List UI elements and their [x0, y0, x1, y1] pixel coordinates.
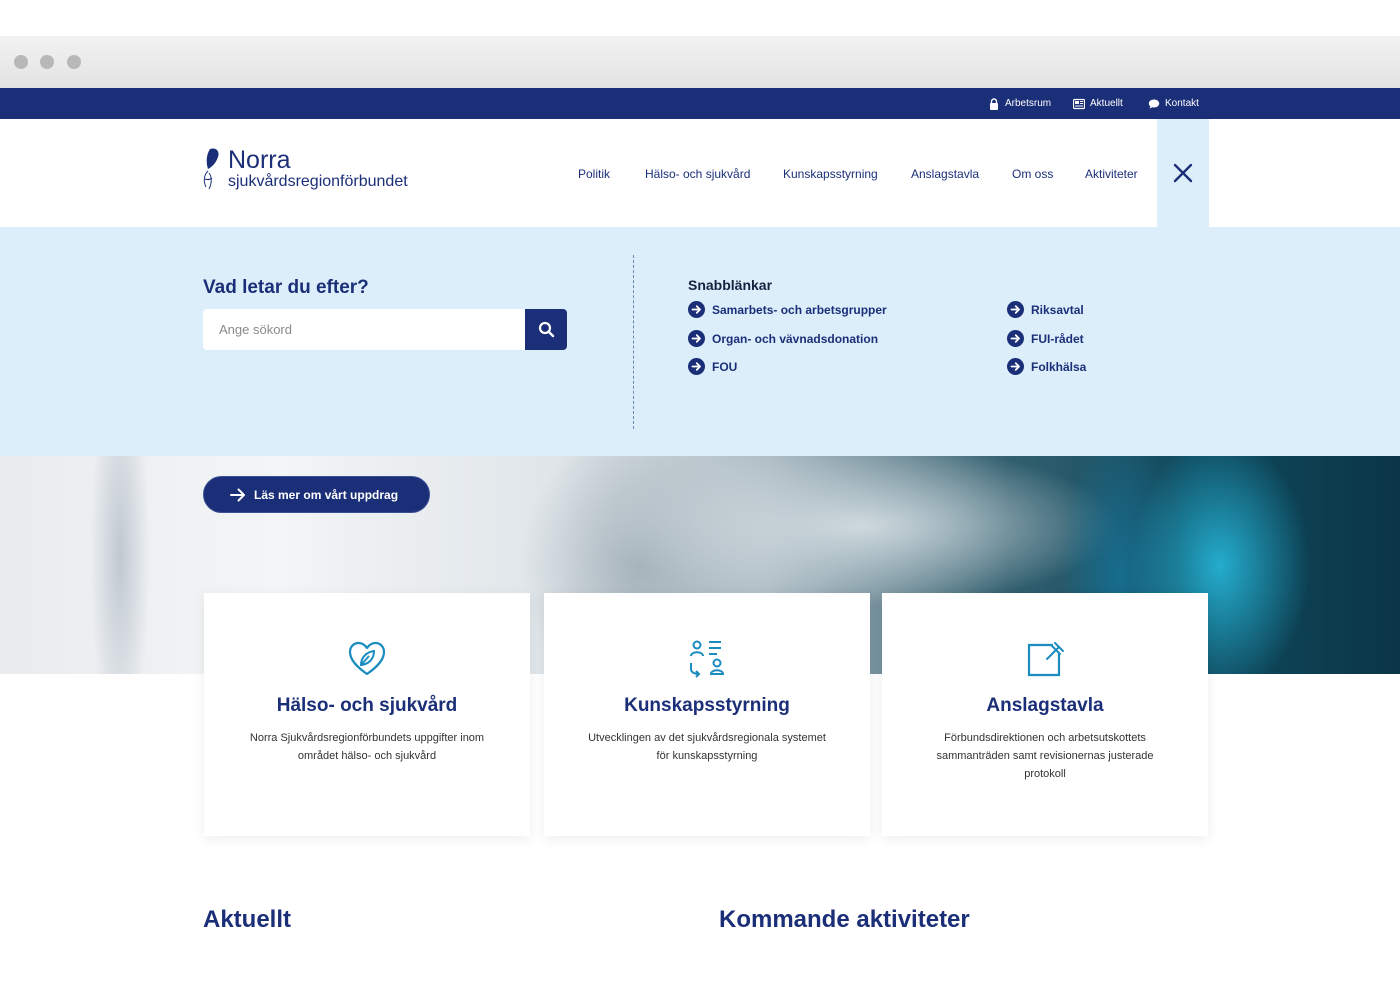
notice-board-icon — [1025, 639, 1065, 679]
arrow-circle-icon — [688, 358, 705, 375]
nav-item-aktiviteter[interactable]: Aktiviteter — [1085, 167, 1138, 181]
logo-text: Norra sjukvårdsregionförbundet — [228, 147, 408, 191]
site-logo[interactable]: Norra sjukvårdsregionförbundet — [200, 147, 408, 195]
card-title: Hälso- och sjukvård — [276, 695, 458, 716]
quicklink-label: FUI-rådet — [1031, 331, 1084, 346]
utility-link-aktuellt[interactable]: Aktuellt — [1073, 88, 1123, 119]
panel-divider — [633, 255, 634, 429]
card-kunskapsstyrning[interactable]: Kunskapsstyrning Utvecklingen av det sju… — [544, 593, 870, 836]
nav-item-politik[interactable]: Politik — [578, 167, 610, 181]
events-heading: Kommande aktiviteter — [719, 906, 970, 933]
quicklink-folkhalsa[interactable]: Folkhälsa — [1007, 358, 1086, 375]
quicklink-label: Folkhälsa — [1031, 359, 1087, 374]
quicklink-label: Riksavtal — [1031, 302, 1084, 317]
quicklinks-heading: Snabblänkar — [688, 277, 773, 293]
search-button[interactable] — [525, 309, 567, 350]
logo-subtitle: sjukvårdsregionförbundet — [228, 173, 408, 190]
card-description: Utvecklingen av det sjukvårdsregionala s… — [588, 732, 826, 762]
read-more-mission-button[interactable]: Läs mer om vårt uppdrag — [203, 476, 430, 513]
search-heading: Vad letar du efter? — [203, 277, 369, 298]
card-title: Anslagstavla — [986, 695, 1104, 716]
utility-bar: Arbetsrum Aktuellt Kontakt — [0, 88, 1400, 119]
card-description: Förbundsdirektionen och arbetsutskottets… — [936, 732, 1154, 780]
utility-link-arbetsrum[interactable]: Arbetsrum — [988, 88, 1051, 119]
quicklink-riksavtal[interactable]: Riksavtal — [1007, 301, 1084, 318]
arrow-right-icon — [230, 488, 245, 501]
site-header: Norra sjukvårdsregionförbundet Politik H… — [0, 119, 1400, 227]
nav-item-halso-och-sjukvard[interactable]: Hälso- och sjukvård — [645, 167, 750, 181]
quicklink-label: Organ- och vävnadsdonation — [712, 331, 879, 346]
quicklink-samarbets-och-arbetsgrupper[interactable]: Samarbets- och arbetsgrupper — [688, 301, 887, 318]
news-heading: Aktuellt — [203, 906, 292, 933]
close-icon — [1173, 163, 1193, 183]
utility-link-kontakt[interactable]: Kontakt — [1148, 88, 1199, 119]
nav-item-anslagstavla[interactable]: Anslagstavla — [911, 167, 979, 181]
newspaper-icon — [1073, 98, 1085, 109]
nav-item-kunskapsstyrning[interactable]: Kunskapsstyrning — [783, 167, 878, 181]
heart-leaf-icon — [347, 639, 387, 679]
quicklink-organ-och-vavnadsdonation[interactable]: Organ- och vävnadsdonation — [688, 330, 878, 347]
lock-icon — [990, 97, 998, 110]
card-title: Kunskapsstyrning — [624, 695, 790, 716]
quicklink-label: Samarbets- och arbetsgrupper — [712, 302, 887, 317]
nav-item-om-oss[interactable]: Om oss — [1012, 167, 1053, 181]
utility-link-label: Arbetsrum — [1005, 98, 1052, 109]
arrow-circle-icon — [688, 330, 705, 347]
quicklink-label: FOU — [712, 359, 738, 374]
chat-icon — [1148, 99, 1160, 108]
utility-link-label: Aktuellt — [1090, 98, 1123, 109]
card-description: Norra Sjukvårdsregionförbundets uppgifte… — [249, 732, 485, 762]
search-icon — [538, 321, 554, 338]
logo-mark-icon — [203, 148, 219, 190]
people-list-icon — [687, 639, 727, 679]
utility-link-label: Kontakt — [1165, 98, 1199, 109]
quicklink-fou[interactable]: FOU — [688, 358, 737, 375]
arrow-circle-icon — [1007, 301, 1024, 318]
search-panel: Vad letar du efter? Snabblänkar Samarbet… — [0, 227, 1400, 456]
quicklink-fui-radet[interactable]: FUI-rådet — [1007, 330, 1084, 347]
page: Arbetsrum Aktuellt Kontakt Norra sjukvår… — [0, 36, 1400, 952]
search-input[interactable] — [203, 309, 525, 350]
close-search-button[interactable] — [1157, 119, 1209, 227]
card-halso-och-sjukvard[interactable]: Hälso- och sjukvård Norra Sjukvårdsregio… — [204, 593, 530, 836]
logo-title: Norra — [228, 146, 291, 174]
arrow-circle-icon — [688, 301, 705, 318]
cta-label: Läs mer om vårt uppdrag — [254, 487, 399, 502]
arrow-circle-icon — [1007, 330, 1024, 347]
card-anslagstavla[interactable]: Anslagstavla Förbundsdirektionen och arb… — [882, 593, 1208, 836]
arrow-circle-icon — [1007, 358, 1024, 375]
